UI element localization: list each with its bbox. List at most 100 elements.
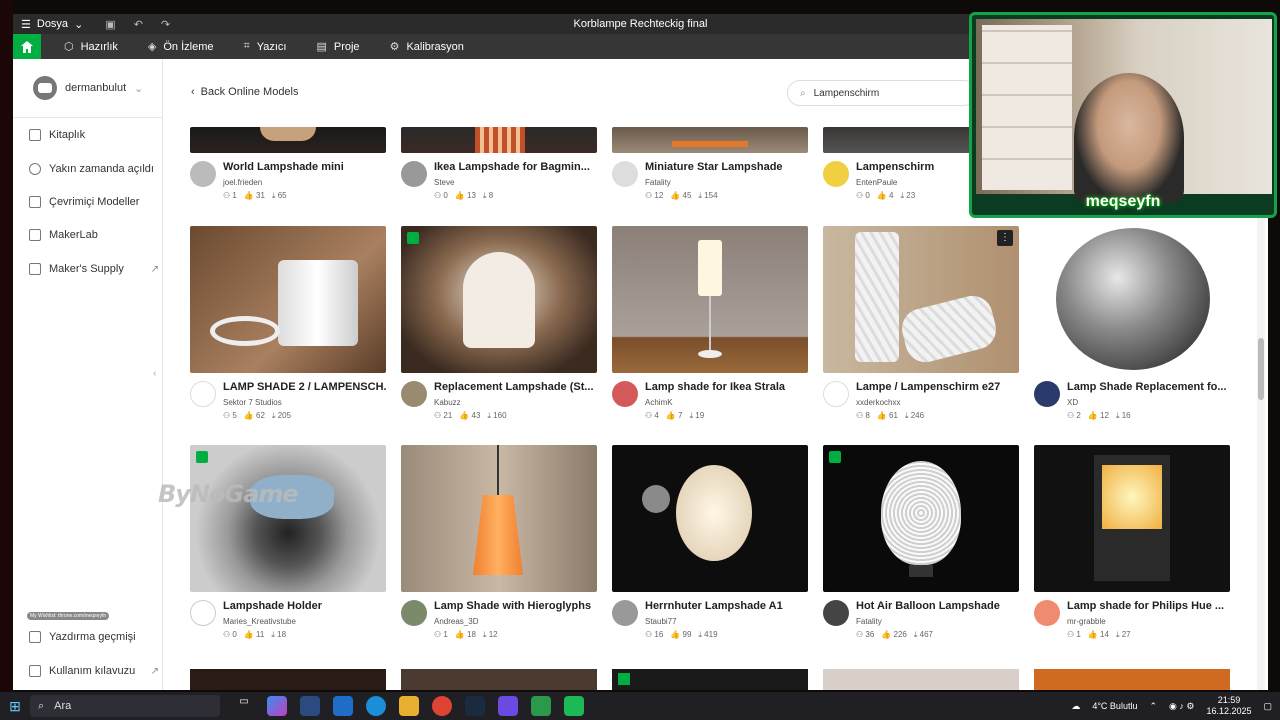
sidebar-item-user-manual[interactable]: Kullanım kılavuzu ↗ (29, 665, 159, 677)
more-options-icon[interactable]: ⋮ (997, 230, 1013, 246)
author-avatar[interactable] (823, 161, 849, 187)
model-title[interactable]: Lamp shade for Philips Hue ... (1067, 600, 1231, 612)
model-author[interactable]: XD (1067, 398, 1078, 407)
model-title[interactable]: Lampe / Lampenschirm e27 (856, 381, 1020, 393)
author-avatar[interactable] (612, 600, 638, 626)
notification-icon[interactable]: ▢ (1263, 701, 1272, 712)
sidebar-item-library[interactable]: Kitaplık (29, 129, 159, 141)
user-menu[interactable]: dermanbulut ⌄ (33, 76, 143, 100)
model-card[interactable]: Lamp Shade with Hieroglyphs Andreas_3D ⚇… (401, 445, 597, 642)
teams-icon[interactable] (498, 696, 518, 716)
scrollbar-thumb[interactable] (1258, 338, 1264, 400)
copilot-icon[interactable] (267, 696, 287, 716)
model-thumbnail[interactable] (823, 669, 1019, 690)
author-avatar[interactable] (190, 600, 216, 626)
redo-icon[interactable]: ↷ (161, 18, 170, 31)
file-menu[interactable]: ☰ Dosya ⌄ (13, 18, 83, 31)
weather-icon[interactable]: ☁ (1071, 701, 1080, 712)
model-thumbnail[interactable] (823, 445, 1019, 592)
undo-icon[interactable]: ↶ (134, 18, 143, 31)
tab-prepare[interactable]: ⬡ Hazırlık (59, 40, 123, 54)
search-input[interactable]: ⌕ Lampenschirm (787, 80, 977, 106)
chrome-icon[interactable] (432, 696, 452, 716)
tab-calibration[interactable]: ⚙ Kalibrasyon (385, 40, 469, 54)
model-author[interactable]: joel.frieden (223, 178, 262, 187)
model-thumbnail[interactable] (612, 127, 808, 153)
model-author[interactable]: mr-grabble (1067, 617, 1106, 626)
author-avatar[interactable] (401, 600, 427, 626)
model-author[interactable]: Steve (434, 178, 454, 187)
model-card[interactable]: Herrnhuter Lampshade A1 Staubi77 ⚇ 16 👍 9… (612, 445, 808, 642)
model-title[interactable]: Herrnhuter Lampshade A1 (645, 600, 809, 612)
model-author[interactable]: Kabuzz (434, 398, 461, 407)
bambu-studio-icon[interactable] (531, 696, 551, 716)
model-thumbnail[interactable] (401, 226, 597, 373)
model-card[interactable]: Lamp shade for Ikea Strala AchimK ⚇ 4 👍 7… (612, 226, 808, 423)
tab-printer[interactable]: ⌗ Yazıcı (239, 40, 292, 53)
author-avatar[interactable] (612, 161, 638, 187)
model-thumbnail[interactable] (612, 669, 808, 690)
sidebar-collapse-icon[interactable]: ‹ (153, 368, 156, 379)
model-title[interactable]: Lamp shade for Ikea Strala (645, 381, 809, 393)
model-title[interactable]: Ikea Lampshade for Bagmin... (434, 161, 598, 173)
model-thumbnail[interactable]: ⋮ (823, 226, 1019, 373)
model-thumbnail[interactable] (612, 445, 808, 592)
author-avatar[interactable] (401, 381, 427, 407)
model-card[interactable]: Miniature Star Lampshade Fatality ⚇ 12 👍 … (612, 127, 808, 203)
model-card[interactable]: World Lampshade mini joel.frieden ⚇ 1 👍 3… (190, 127, 386, 203)
author-avatar[interactable] (1034, 381, 1060, 407)
model-author[interactable]: Andreas_3D (434, 617, 478, 626)
model-thumbnail[interactable] (401, 445, 597, 592)
model-author[interactable]: AchimK (645, 398, 673, 407)
model-card[interactable]: Lamp Shade Replacement fo... XD ⚇ 2 👍 12 ⤓… (1034, 226, 1230, 423)
model-card[interactable]: LAMP SHADE 2 / LAMPENSCH... Sektor 7 Stu… (190, 226, 387, 423)
model-thumbnail[interactable] (190, 127, 386, 153)
sidebar-item-recent[interactable]: Yakın zamanda açıldı (29, 163, 159, 175)
model-card[interactable]: Replacement Lampshade (St... Kabuzz ⚇ 21… (401, 226, 597, 423)
tab-preview[interactable]: ◈ Ön İzleme (143, 40, 219, 54)
model-thumbnail[interactable] (1034, 445, 1230, 592)
model-author[interactable]: Fatality (856, 617, 882, 626)
app-icon[interactable] (564, 696, 584, 716)
outlook-icon[interactable] (333, 696, 353, 716)
model-thumbnail[interactable] (1034, 669, 1230, 690)
model-title[interactable]: Lamp Shade with Hieroglyphs (434, 600, 598, 612)
model-author[interactable]: Fatality (645, 178, 671, 187)
sidebar-item-print-history[interactable]: Yazdırma geçmişi (29, 631, 159, 643)
task-view-icon[interactable]: ▭ (234, 696, 254, 716)
weather-text[interactable]: 4°C Bulutlu (1092, 701, 1137, 711)
model-title[interactable]: Miniature Star Lampshade (645, 161, 809, 173)
model-title[interactable]: Replacement Lampshade (St... (434, 381, 598, 393)
model-thumbnail[interactable] (1034, 226, 1230, 373)
model-thumbnail[interactable] (401, 669, 597, 690)
save-icon[interactable]: ▣ (105, 18, 115, 31)
sidebar-item-online-models[interactable]: Çevrimiçi Modeller (29, 196, 159, 208)
model-author[interactable]: Sektor 7 Studios (223, 398, 282, 407)
model-title[interactable]: World Lampshade mini (223, 161, 387, 173)
model-author[interactable]: Staubi77 (645, 617, 677, 626)
model-card[interactable]: Ikea Lampshade for Bagmin... Steve ⚇ 0 👍 … (401, 127, 597, 203)
model-author[interactable]: xxderkochxx (856, 398, 900, 407)
model-author[interactable]: Maries_Kreativstube (223, 617, 296, 626)
windows-start-icon[interactable]: ⊞ (0, 698, 30, 715)
store-icon[interactable] (300, 696, 320, 716)
model-title[interactable]: Lampshade Holder (223, 600, 387, 612)
edge-icon[interactable] (366, 696, 386, 716)
author-avatar[interactable] (1034, 600, 1060, 626)
model-thumbnail[interactable] (190, 226, 386, 373)
system-tray-icons[interactable]: ◉ ♪ ⚙ (1169, 701, 1194, 712)
taskbar-search[interactable]: ⌕ Ara (30, 695, 220, 717)
model-card[interactable]: Lamp shade for Philips Hue ... mr-grabbl… (1034, 445, 1230, 642)
model-thumbnail[interactable] (190, 669, 386, 690)
author-avatar[interactable] (401, 161, 427, 187)
home-button[interactable] (13, 34, 41, 59)
back-button[interactable]: ‹ Back Online Models (191, 86, 299, 98)
sidebar-item-makerlab[interactable]: MakerLab (29, 229, 159, 241)
clock[interactable]: 21:59 16.12.2025 (1206, 695, 1251, 717)
author-avatar[interactable] (612, 381, 638, 407)
chevron-up-icon[interactable]: ⌃ (1149, 701, 1157, 712)
model-card[interactable]: Hot Air Balloon Lampshade Fatality ⚇ 36 👍… (823, 445, 1019, 642)
model-thumbnail[interactable] (190, 445, 386, 592)
tab-project[interactable]: ▤ Proje (311, 40, 364, 54)
model-card[interactable]: Lampshade Holder Maries_Kreativstube ⚇ 0… (190, 445, 386, 642)
